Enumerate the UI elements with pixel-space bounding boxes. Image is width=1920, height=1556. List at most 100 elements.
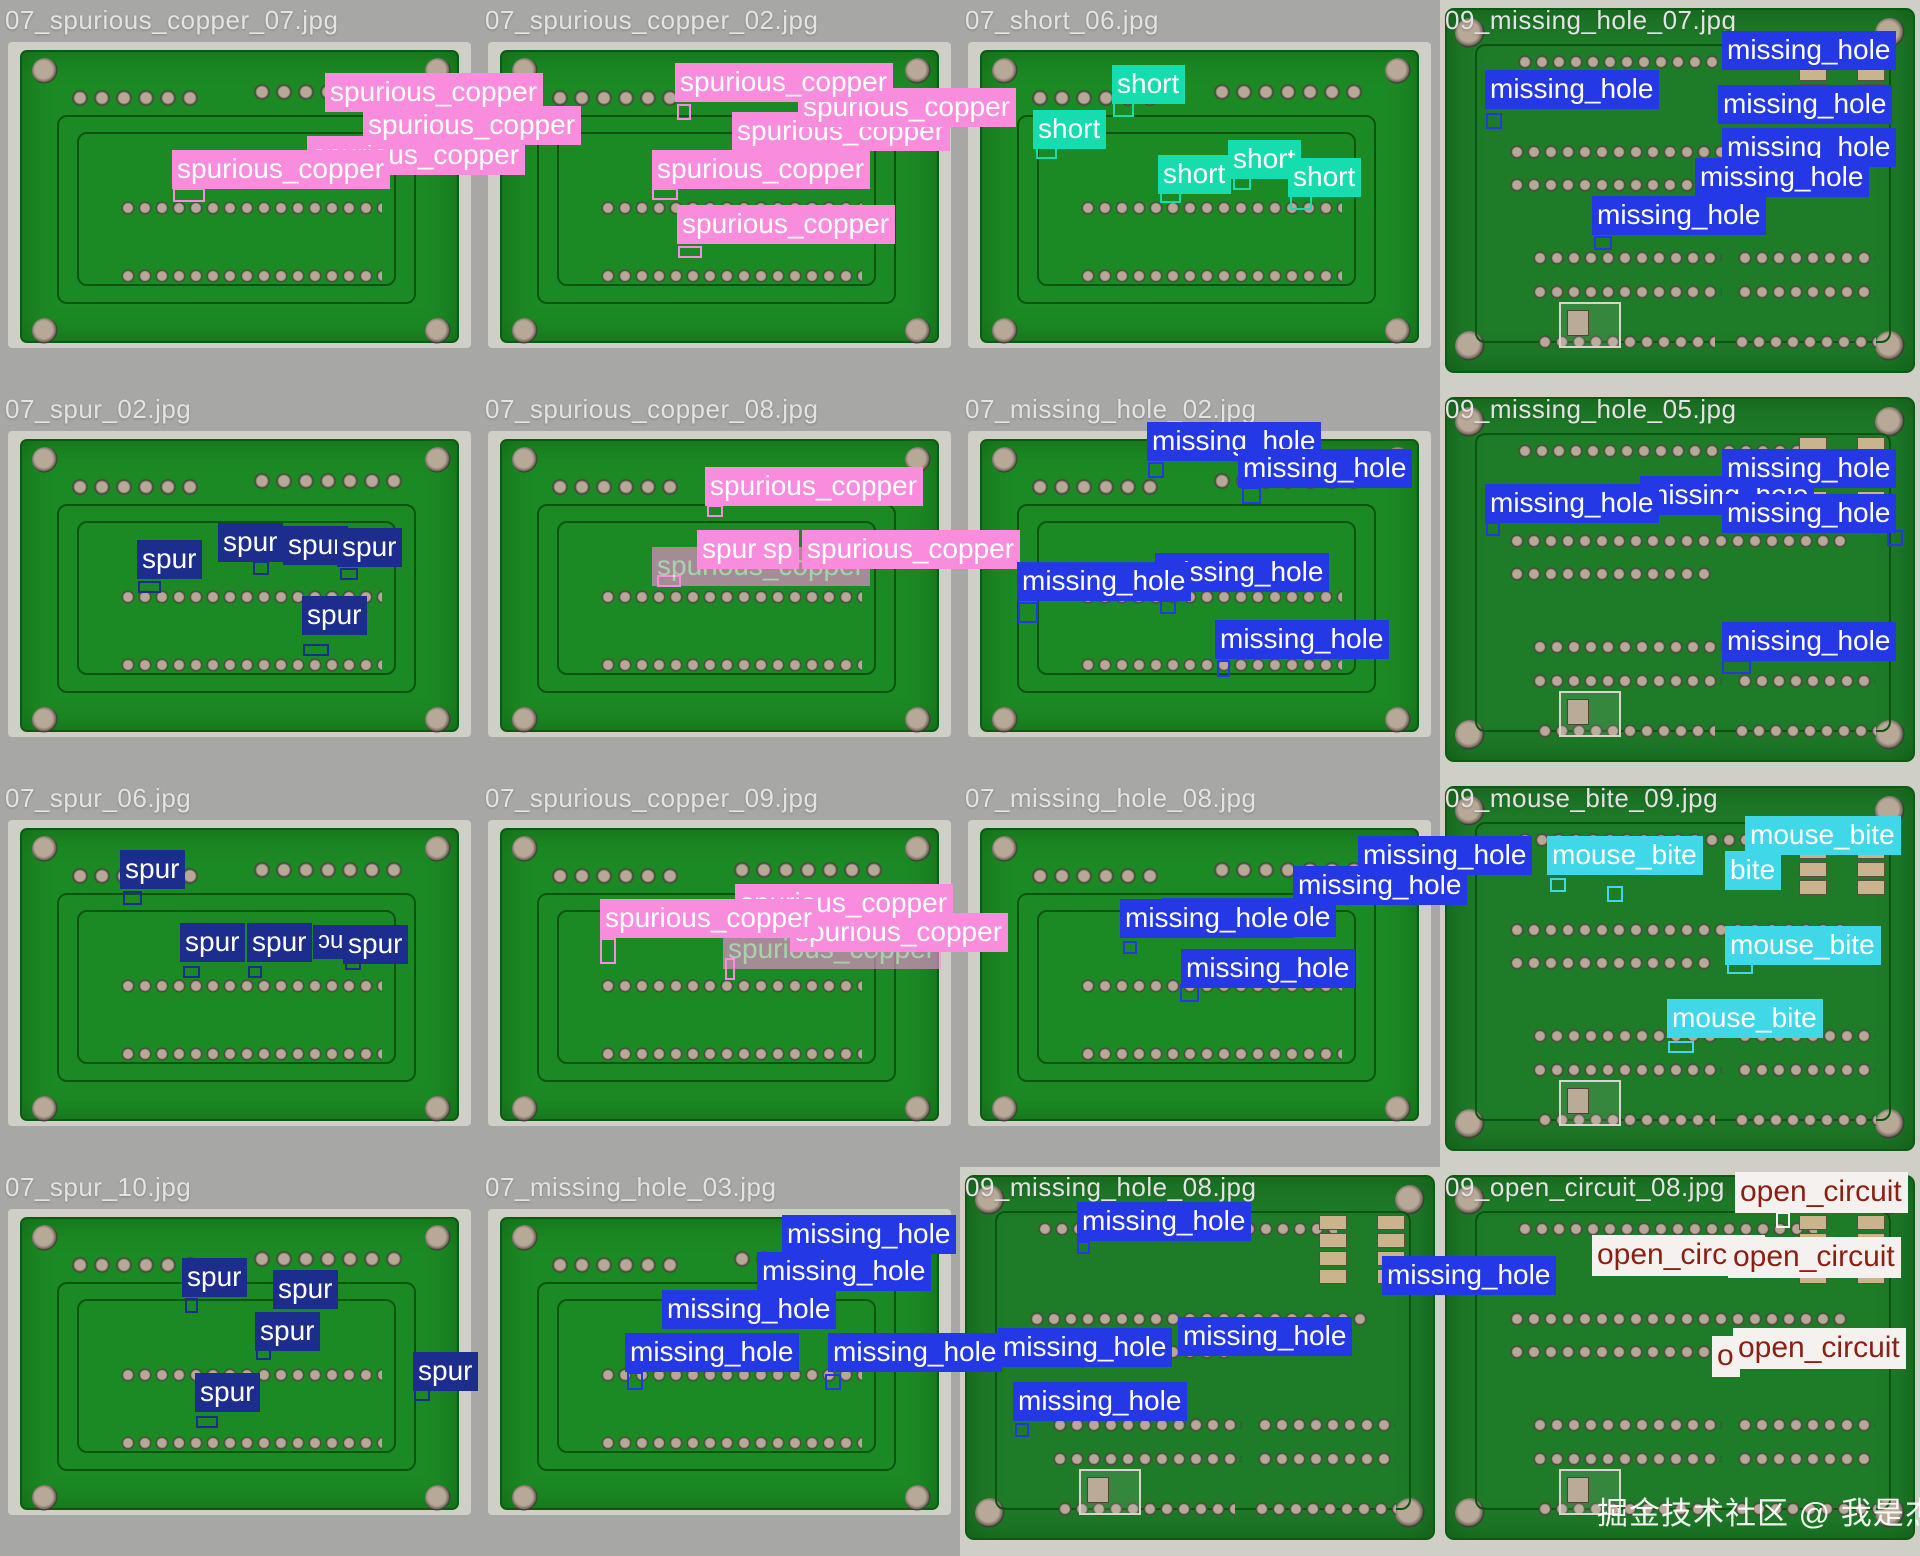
image-filename: 07_spur_06.jpg (5, 783, 191, 814)
defect-label: missing_hole (998, 1328, 1172, 1367)
smd-component (1319, 1215, 1347, 1230)
mounting-hole (1385, 1096, 1411, 1122)
pad-row (600, 1435, 862, 1452)
defect-label: spur (697, 530, 762, 569)
defect-label: spur (273, 1270, 338, 1309)
ic-component (1559, 691, 1621, 737)
smd-component (1799, 1215, 1827, 1230)
ic-die (1567, 1477, 1589, 1503)
watermark-text: 掘金技术社区 @ 我是杰尼 (1597, 1488, 1920, 1533)
ic-die (1567, 1088, 1589, 1114)
ic-component (1559, 302, 1621, 348)
mounting-hole (32, 836, 58, 862)
pad-cluster (70, 88, 200, 108)
mounting-hole (32, 58, 58, 84)
grid-cell: 09_missing_hole_05.jpgmissing_holemissin… (1440, 389, 1920, 778)
bbox-outline (1018, 602, 1038, 623)
mounting-hole (992, 318, 1018, 344)
pcb-photo (0, 389, 480, 778)
mounting-hole (905, 58, 931, 84)
mounting-hole (1385, 58, 1411, 84)
grid-cell: 09_missing_hole_08.jpgmissing_holemissin… (960, 1167, 1440, 1556)
defect-label: missing_hole (782, 1215, 956, 1254)
image-filename: 07_spur_10.jpg (5, 1172, 191, 1203)
bbox-outline (1148, 462, 1164, 478)
pad-row (600, 1046, 862, 1063)
defect-label: spur (302, 596, 367, 635)
pad-row (1532, 1417, 1722, 1434)
defect-label: open_circuit (1735, 1172, 1908, 1213)
defect-label: missing_hole (1485, 484, 1659, 523)
mounting-hole (512, 1225, 538, 1251)
grid-cell: 07_spur_02.jpgspurspurspurspurspur (0, 389, 480, 778)
pad-cluster (550, 866, 680, 886)
mounting-hole (905, 1096, 931, 1122)
defect-label: missing_hole (1382, 1256, 1556, 1295)
bbox-outline (123, 891, 142, 905)
defect-label: spurious_copper (652, 150, 870, 189)
pad-cluster (252, 471, 402, 491)
smd-component (1319, 1251, 1347, 1266)
bbox-outline (1594, 236, 1612, 250)
mounting-hole (512, 318, 538, 344)
mounting-hole (905, 1485, 931, 1511)
defect-label: spur (413, 1352, 478, 1391)
pad-row (1734, 723, 1876, 740)
defect-label: missing_hole (662, 1290, 836, 1329)
mounting-hole (425, 836, 451, 862)
bbox-outline (1668, 1041, 1694, 1053)
pad-row (1737, 1451, 1875, 1468)
pad-cluster (732, 860, 882, 880)
pcb-photo (480, 778, 960, 1167)
mounting-hole (32, 707, 58, 733)
mounting-hole (32, 1225, 58, 1251)
image-filename: 07_missing_hole_02.jpg (965, 394, 1256, 425)
mounting-hole (512, 1485, 538, 1511)
mounting-hole (32, 1485, 58, 1511)
pad-row (1052, 1451, 1242, 1468)
defect-label: missing_hole (1238, 449, 1412, 488)
pcb-photo (1440, 389, 1920, 778)
bbox-outline (1722, 660, 1751, 674)
mounting-hole (425, 1096, 451, 1122)
defect-label: spurious_copper (600, 899, 818, 938)
pad-row (1509, 177, 1714, 194)
bbox-outline (600, 938, 616, 964)
mounting-hole (905, 318, 931, 344)
bbox-outline (1486, 522, 1500, 536)
pcb-board (20, 439, 459, 732)
mounting-hole (32, 1096, 58, 1122)
mounting-hole (425, 318, 451, 344)
smd-component (1857, 880, 1885, 895)
annotation-grid: 掘金技术社区 @ 我是杰尼 07_spurious_copper_07.jpgs… (0, 0, 1920, 1556)
pad-row (600, 268, 862, 285)
bbox-outline (1776, 1212, 1790, 1228)
defect-label: spur (218, 523, 283, 562)
bbox-outline (248, 966, 262, 978)
bbox-outline (138, 581, 161, 593)
defect-label: short (1033, 110, 1106, 149)
defect-label: missing_hole (1722, 31, 1896, 70)
defect-label: mouse_bite (1547, 836, 1703, 875)
mounting-hole (425, 447, 451, 473)
pad-row (120, 657, 382, 674)
mounting-hole (32, 447, 58, 473)
mounting-hole (32, 318, 58, 344)
pad-row (1734, 1112, 1876, 1129)
pcb-board (500, 828, 939, 1121)
mounting-hole (905, 707, 931, 733)
bbox-outline (1486, 113, 1502, 129)
bbox-outline (1123, 941, 1137, 954)
defect-label: sp (758, 530, 799, 569)
pad-cluster (70, 1255, 200, 1275)
defect-label: spur (343, 925, 408, 964)
bbox-outline (340, 568, 358, 580)
pad-row (1257, 1417, 1395, 1434)
defect-label: missing_hole (828, 1333, 1002, 1372)
pad-row (1509, 1311, 1849, 1328)
defect-label: spur (137, 540, 202, 579)
smd-component (1857, 862, 1885, 877)
defect-label: spur (337, 528, 402, 567)
defect-label: mouse_bite (1745, 816, 1901, 855)
defect-label: short (1288, 158, 1361, 197)
